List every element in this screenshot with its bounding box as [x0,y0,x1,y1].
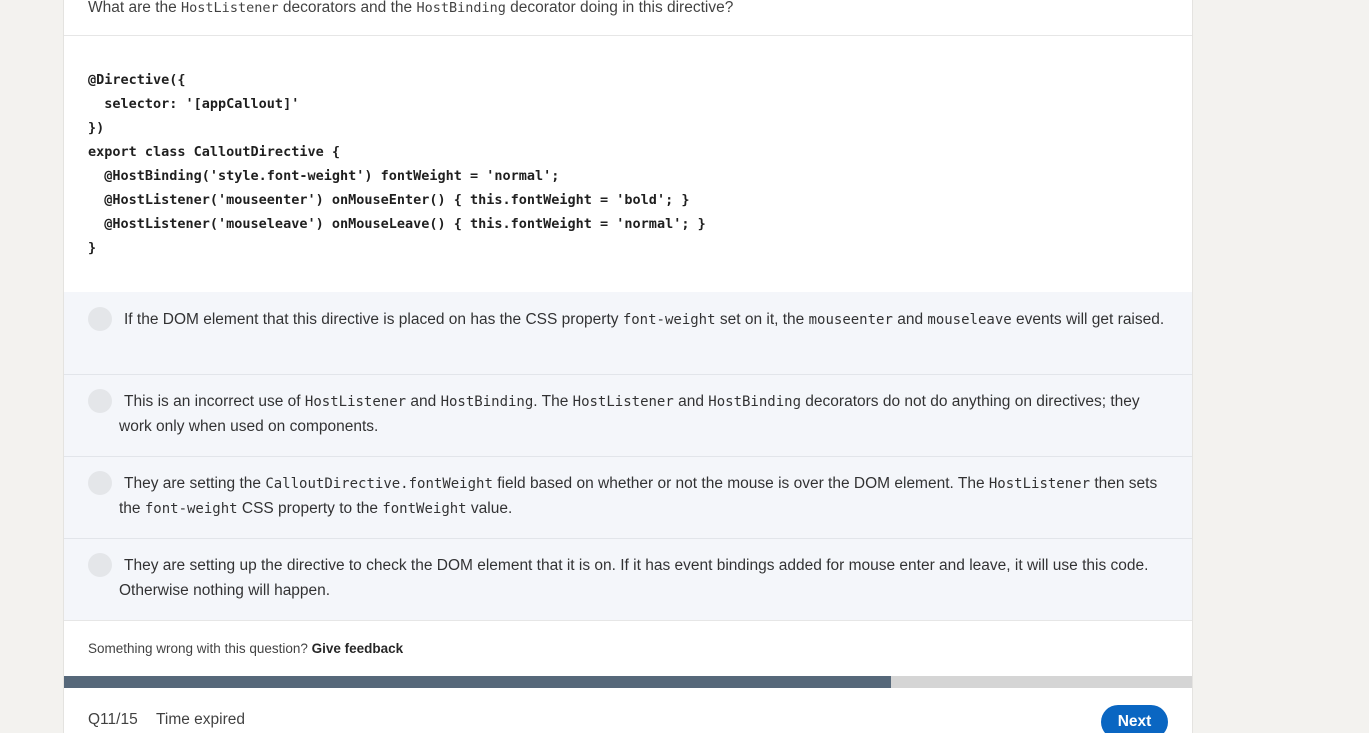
feedback-prompt: Something wrong with this question? Give… [88,639,403,659]
radio-button[interactable] [88,307,112,331]
answer-option-1[interactable]: If the DOM element that this directive i… [64,292,1192,375]
question-middle: decorators and the [278,0,417,16]
code-block: @Directive({ selector: '[appCallout]' })… [88,72,706,256]
radio-button[interactable] [88,389,112,413]
question-text: What are the HostListener decorators and… [88,0,733,18]
option-text-segment: value. [466,499,513,517]
inline-code: mouseleave [927,312,1012,328]
option-text-segment: and [673,393,709,410]
option-text-segment: CSS property to the [237,499,383,517]
inline-code: font-weight [144,500,238,517]
next-button[interactable]: Next [1101,705,1168,733]
option-text-segment: . The [533,393,573,410]
answer-options: If the DOM element that this directive i… [64,292,1192,620]
option-text-segment: They are setting the [124,475,266,492]
option-text: If the DOM element that this directive i… [119,308,1169,333]
answer-option-3[interactable]: They are setting the CalloutDirective.fo… [64,456,1192,539]
option-text-segment: If the DOM element that this directive i… [124,311,623,328]
question-counter: Q11/15 [88,711,138,728]
timer-status: Time expired [156,711,246,728]
inline-code: HostBinding [440,394,534,410]
question-code-hostbinding: HostBinding [416,0,506,16]
inline-code: HostListener [304,394,407,410]
radio-button[interactable] [88,553,112,577]
option-text-segment: field based on whether or not the mouse … [492,475,989,492]
answer-option-2[interactable]: This is an incorrect use of HostListener… [64,374,1192,457]
question-divider [64,35,1192,36]
inline-code: fontWeight [382,500,467,517]
option-text: They are setting the CalloutDirective.fo… [119,472,1169,521]
option-text-segment: This is an incorrect use of [124,393,305,410]
inline-code: HostBinding [708,394,801,410]
option-text-segment: set on it, the [715,311,809,328]
option-text-segment: and [892,311,928,328]
option-text-segment: They are setting up the directive to che… [119,557,1149,599]
question-prefix: What are the [88,0,182,16]
give-feedback-link[interactable]: Give feedback [312,641,404,656]
option-text-segment: events will get raised. [1011,311,1165,328]
inline-code: mouseenter [808,312,893,328]
inline-code: CalloutDirective.fontWeight [265,476,493,492]
inline-code: HostListener [988,476,1091,492]
radio-button[interactable] [88,471,112,495]
inline-code: font-weight [622,312,716,328]
option-text-segment: and [406,393,441,410]
quiz-card: What are the HostListener decorators and… [64,0,1192,733]
option-text: They are setting up the directive to che… [119,554,1169,603]
options-divider [64,620,1192,621]
progress-fill [64,676,891,688]
option-text: This is an incorrect use of HostListener… [119,390,1169,439]
progress-bar [64,676,1192,688]
question-suffix: decorator doing in this directive? [505,0,734,16]
feedback-text: Something wrong with this question? [88,641,312,656]
inline-code: HostListener [572,394,674,410]
answer-option-4[interactable]: They are setting up the directive to che… [64,538,1192,620]
question-code-hostlistener: HostListener [181,0,279,16]
